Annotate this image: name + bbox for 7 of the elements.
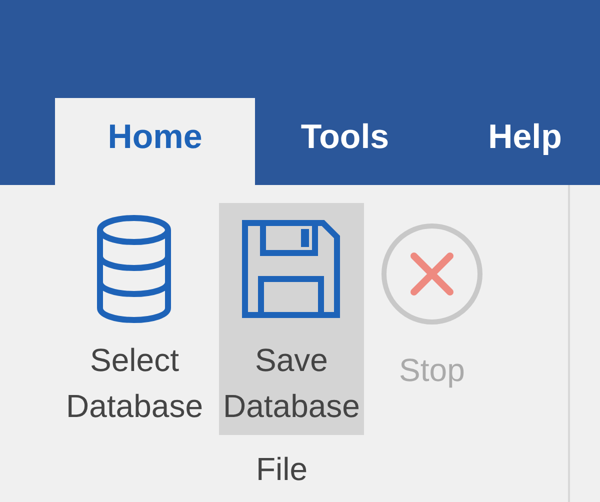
ribbon-tab[interactable]: Help [435, 98, 600, 185]
group-label: File [256, 450, 308, 489]
ribbon-tab[interactable]: Home [55, 98, 255, 185]
ribbon-button[interactable]: Select Database [62, 203, 207, 435]
stop-icon [380, 222, 484, 326]
ribbon-button[interactable]: Save Database [218, 203, 364, 435]
ribbon-tab[interactable]: Tools [255, 98, 435, 185]
